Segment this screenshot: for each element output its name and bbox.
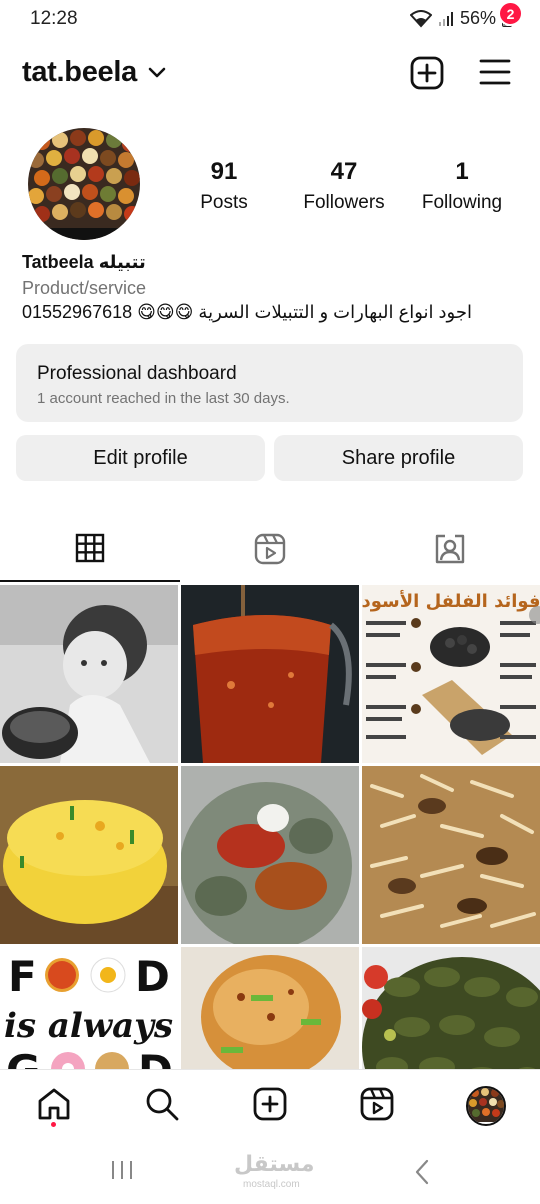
post-thumbnail[interactable] <box>181 947 359 1069</box>
profile-tabs <box>0 520 540 582</box>
professional-dashboard-card[interactable]: Professional dashboard 1 account reached… <box>16 344 523 422</box>
post-thumbnail[interactable] <box>0 585 178 763</box>
nav-create[interactable] <box>250 1086 290 1126</box>
dashboard-title: Professional dashboard <box>37 363 237 384</box>
edit-profile-button[interactable]: Edit profile <box>16 435 265 481</box>
new-post-icon[interactable] <box>409 55 445 96</box>
home-active-dot <box>51 1122 56 1127</box>
followers-label: Followers <box>303 192 385 213</box>
stat-following[interactable]: 1 Following <box>410 158 514 214</box>
post-thumbnail[interactable] <box>0 766 178 944</box>
profile-avatar[interactable] <box>28 128 140 240</box>
svg-text:F: F <box>8 952 37 1001</box>
nav-profile[interactable] <box>466 1086 506 1126</box>
dashboard-subtitle: 1 account reached in the last 30 days. <box>37 390 290 407</box>
svg-text:D: D <box>135 952 170 1001</box>
battery-percent: 56% <box>459 8 496 28</box>
status-bar: 12:28 56% <box>0 0 540 38</box>
following-count: 1 <box>455 158 469 185</box>
post-thumbnail[interactable] <box>181 585 359 763</box>
following-label: Following <box>421 192 503 213</box>
reels-icon <box>360 1087 394 1126</box>
post-thumbnail[interactable] <box>181 766 359 944</box>
profile-bio: اجود انواع البهارات و التتبيلات السرية 😋… <box>22 302 472 322</box>
post-thumbnail[interactable]: F D is always a G D <box>0 947 178 1069</box>
profile-category: Product/service <box>22 278 147 298</box>
post-caption-overlay: فوائد الفلفل الأسود <box>362 590 540 612</box>
nav-home[interactable] <box>34 1086 74 1126</box>
mostaql-watermark: مستقل <box>234 1151 315 1176</box>
menu-icon[interactable] <box>478 57 512 92</box>
wifi-icon <box>409 9 432 28</box>
nav-search[interactable] <box>142 1086 182 1126</box>
stat-followers[interactable]: 47 Followers <box>292 158 396 214</box>
username-switcher[interactable]: tat.beela <box>22 56 137 89</box>
search-icon <box>144 1086 180 1127</box>
create-icon <box>253 1087 287 1126</box>
posts-grid: فوائد الفلفل الأسود F D is always <box>0 585 540 1069</box>
posts-label: Posts <box>200 192 248 213</box>
signal-icon <box>438 11 454 27</box>
nav-reels[interactable] <box>357 1086 397 1126</box>
home-icon <box>36 1086 72 1127</box>
reels-icon <box>254 533 286 570</box>
svg-text:is always a: is always a <box>4 1006 178 1046</box>
share-profile-button[interactable]: Share profile <box>274 435 523 481</box>
back-icon[interactable] <box>414 1159 430 1190</box>
tab-posts-grid[interactable] <box>0 520 180 582</box>
tab-tagged[interactable] <box>360 520 540 582</box>
followers-count: 47 <box>330 158 358 185</box>
grid-icon <box>75 533 105 568</box>
posts-count: 91 <box>210 158 238 185</box>
post-thumbnail[interactable] <box>362 947 540 1069</box>
svg-text:G: G <box>6 1046 40 1069</box>
tagged-icon <box>434 533 466 570</box>
display-name: Tatbeela تتبيله <box>22 252 146 272</box>
profile-header: tat.beela <box>0 44 540 100</box>
system-navigation-bar: مستقل mostaql.com <box>0 1139 540 1204</box>
post-thumbnail[interactable] <box>362 766 540 944</box>
status-icons: 56% <box>409 8 512 29</box>
profile-avatar-icon <box>468 1088 504 1124</box>
bottom-navigation <box>0 1069 540 1139</box>
svg-text:D: D <box>138 1046 173 1069</box>
stat-posts[interactable]: 91 Posts <box>186 158 262 214</box>
post-thumbnail[interactable]: فوائد الفلفل الأسود <box>362 585 540 763</box>
menu-notification-badge: 2 <box>498 1 523 26</box>
recents-icon[interactable] <box>110 1159 134 1186</box>
chevron-down-icon[interactable] <box>148 66 166 84</box>
tab-reels[interactable] <box>180 520 360 582</box>
status-time: 12:28 <box>30 8 78 29</box>
mostaql-watermark-domain: mostaql.com <box>243 1179 300 1190</box>
